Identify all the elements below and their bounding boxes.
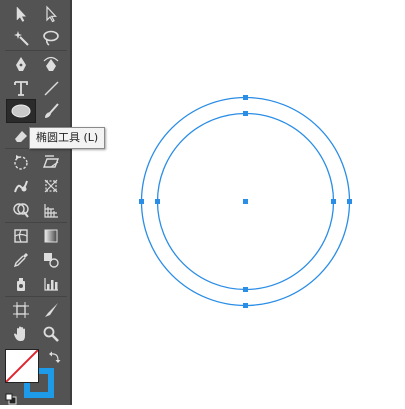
direct-selection-tool-button[interactable] <box>36 2 66 26</box>
artboard-tool-button[interactable] <box>6 298 36 322</box>
type-t-icon <box>14 81 28 96</box>
mesh-icon <box>14 229 28 243</box>
symbol-sprayer-icon <box>17 278 25 291</box>
toolbar-divider <box>5 296 67 297</box>
column-graph-tool-button[interactable] <box>36 272 66 296</box>
rotate-icon <box>14 155 28 170</box>
lasso-icon <box>43 30 59 46</box>
blend-tool-button[interactable] <box>36 248 66 272</box>
ellipse-tool-button[interactable] <box>6 99 36 123</box>
perspective-grid-tool-button[interactable] <box>36 198 66 222</box>
tools-panel <box>0 0 72 405</box>
canvas-drawing <box>139 95 352 308</box>
toolbar-divider <box>5 222 67 223</box>
paintbrush-icon <box>45 103 59 118</box>
zoom-tool-button[interactable] <box>36 322 66 346</box>
eyedropper-tool-button[interactable] <box>6 248 36 272</box>
slice-knife-icon <box>45 303 58 317</box>
selection-arrow-icon <box>16 6 27 22</box>
hand-icon <box>14 326 25 341</box>
warp-hand-icon <box>14 180 28 193</box>
curvature-pen-icon <box>43 56 59 71</box>
default-fill-stroke-button[interactable] <box>5 390 17 405</box>
free-transform-tool-button[interactable] <box>36 174 66 198</box>
lasso-tool-button[interactable] <box>36 26 66 50</box>
slice-tool-button[interactable] <box>36 298 66 322</box>
magic-wand-tool-button[interactable] <box>6 26 36 50</box>
scale-icon <box>42 155 60 168</box>
default-colors-icon <box>5 393 17 405</box>
artboard-icon <box>13 302 29 318</box>
swap-arrows-icon <box>49 351 61 363</box>
line-segment-icon <box>44 81 59 96</box>
scale-tool-button[interactable] <box>36 150 66 174</box>
magic-wand-icon <box>14 31 29 46</box>
center-point <box>243 199 248 204</box>
fill-swatch[interactable] <box>5 349 39 383</box>
rotate-tool-button[interactable] <box>6 150 36 174</box>
none-slash-icon <box>6 350 38 382</box>
magnifier-icon <box>43 326 59 342</box>
shape-builder-tool-button[interactable] <box>6 198 36 222</box>
curvature-tool-button[interactable] <box>36 52 66 76</box>
direct-selection-arrow-icon <box>46 5 57 23</box>
ellipse-icon <box>11 104 31 118</box>
swap-fill-stroke-button[interactable] <box>48 349 62 363</box>
toolbar-divider <box>5 50 67 51</box>
blend-icon <box>44 253 59 268</box>
symbol-sprayer-tool-button[interactable] <box>6 272 36 296</box>
perspective-grid-icon <box>44 204 58 218</box>
hand-tool-button[interactable] <box>6 322 36 346</box>
line-segment-tool-button[interactable] <box>36 76 66 100</box>
warp-tool-button[interactable] <box>6 174 36 198</box>
anchor-points <box>139 95 352 308</box>
pen-nib-icon <box>16 57 26 71</box>
column-graph-icon <box>44 278 58 291</box>
pen-tool-button[interactable] <box>6 52 36 76</box>
selection-tool-button[interactable] <box>6 2 36 26</box>
free-transform-icon <box>44 179 58 193</box>
gradient-icon <box>44 229 58 243</box>
type-tool-button[interactable] <box>6 76 36 100</box>
artboard-canvas[interactable] <box>74 0 405 405</box>
mesh-tool-button[interactable] <box>6 224 36 248</box>
eraser-icon <box>15 131 27 142</box>
eyedropper-icon <box>13 253 28 268</box>
gradient-tool-button[interactable] <box>36 224 66 248</box>
shape-builder-icon <box>13 203 29 218</box>
paintbrush-tool-button[interactable] <box>36 99 66 123</box>
